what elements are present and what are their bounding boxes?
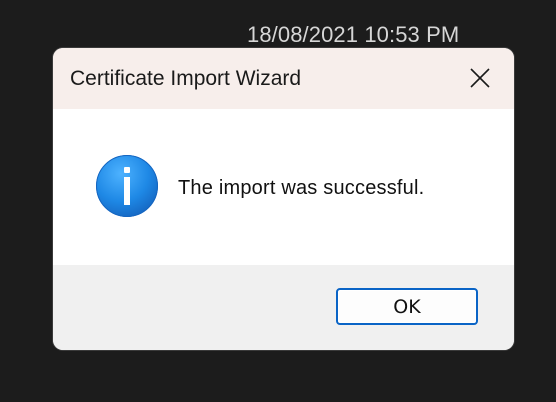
close-icon bbox=[470, 68, 490, 88]
dialog-titlebar: Certificate Import Wizard bbox=[53, 48, 514, 109]
info-icon bbox=[96, 155, 158, 217]
message-text: The import was successful. bbox=[178, 177, 425, 199]
ok-button[interactable]: OK bbox=[336, 288, 478, 325]
certificate-import-dialog: Certificate Import Wizard The import was… bbox=[53, 48, 514, 350]
dialog-content: The import was successful. bbox=[53, 109, 514, 265]
timestamp-text: 18/08/2021 10:53 PM bbox=[247, 22, 460, 47]
dialog-footer: OK bbox=[53, 265, 514, 350]
close-button[interactable] bbox=[461, 61, 499, 95]
dialog-title: Certificate Import Wizard bbox=[70, 67, 302, 90]
desktop-background: 18/08/2021 10:53 PM Certificate Import W… bbox=[0, 0, 556, 402]
